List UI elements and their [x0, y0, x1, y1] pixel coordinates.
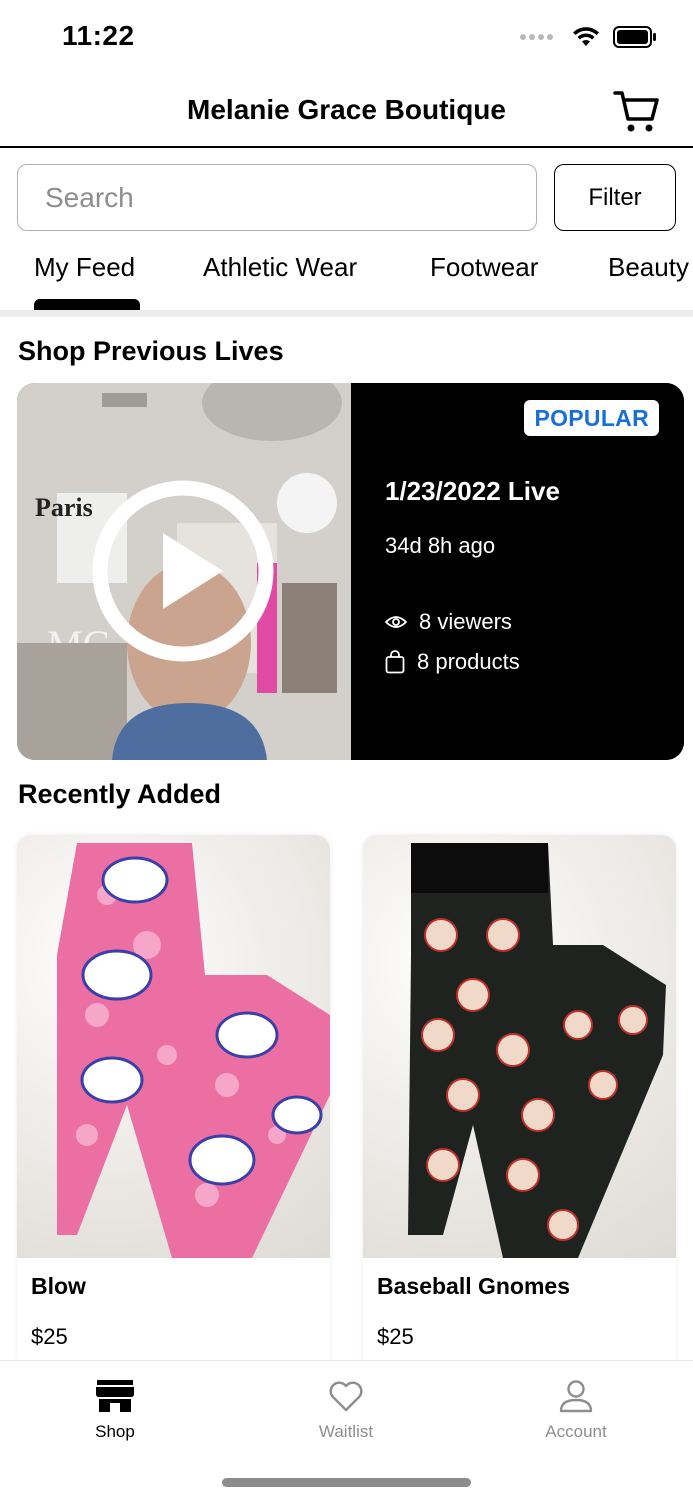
live-time-ago: 34d 8h ago [385, 533, 496, 558]
baseball-leggings-image [408, 843, 666, 1258]
tab-footwear[interactable]: Footwear [430, 252, 538, 283]
eye-icon [385, 616, 407, 628]
home-indicator [222, 1478, 471, 1487]
tab-bar-item-waitlist[interactable]: Waitlist [286, 1379, 406, 1442]
tab-bar-item-account[interactable]: Account [516, 1379, 636, 1442]
tab-beauty[interactable]: Beauty [608, 252, 689, 283]
viewers-count: 8 viewers [419, 609, 512, 634]
product-name: Blow [31, 1273, 86, 1299]
live-thumbnail: Paris MG [17, 383, 351, 760]
products-count: 8 products [417, 649, 520, 674]
popular-badge: POPULAR [524, 400, 659, 436]
product-image [363, 835, 676, 1258]
category-tabs: My Feed Athletic Wear Footwear Beauty [0, 240, 693, 310]
tab-bar-label-waitlist: Waitlist [318, 1422, 374, 1441]
section-title-previous-lives: Shop Previous Lives [18, 336, 284, 366]
heart-icon [329, 1381, 363, 1412]
filter-button[interactable]: Filter [554, 164, 676, 231]
section-title-recently-added: Recently Added [18, 779, 222, 809]
viewers-stat: 8 viewers [385, 609, 512, 635]
product-name: Baseball Gnomes [377, 1273, 571, 1299]
wifi-icon [573, 27, 599, 46]
person-icon [559, 1380, 593, 1413]
cellular-signal-icon [520, 34, 553, 40]
live-thumbnail-scene: Paris MG [17, 383, 351, 760]
tabs-divider [0, 310, 693, 317]
tab-bar-item-shop[interactable]: Shop [55, 1379, 175, 1442]
product-card[interactable]: Baseball Gnomes $25 [363, 835, 676, 1375]
live-card[interactable]: Paris MG POPULAR 1/23/2022 Live 34d 8h a… [17, 383, 684, 760]
page-title: Melanie Grace Boutique [187, 94, 506, 125]
tab-bar-label-account: Account [545, 1422, 607, 1441]
svg-text:Paris: Paris [35, 493, 93, 522]
product-image [17, 835, 330, 1258]
shopping-bag-icon [385, 650, 405, 674]
store-icon [96, 1380, 134, 1412]
products-stat: 8 products [385, 649, 520, 675]
pink-leggings-image [57, 843, 330, 1258]
status-bar: 11:22 [0, 0, 693, 76]
product-card[interactable]: Blow $25 [17, 835, 330, 1375]
active-tab-indicator [34, 299, 140, 310]
product-price: $25 [31, 1324, 68, 1349]
product-price: $25 [377, 1324, 414, 1349]
live-info: POPULAR 1/23/2022 Live 34d 8h ago 8 view… [351, 383, 684, 760]
cart-icon[interactable] [613, 88, 661, 134]
search-input[interactable]: Search [17, 164, 537, 231]
tab-bar-label-shop: Shop [95, 1422, 135, 1441]
tab-athletic-wear[interactable]: Athletic Wear [203, 252, 357, 283]
app-header: Melanie Grace Boutique [0, 76, 693, 148]
status-icons [520, 26, 657, 48]
tab-my-feed[interactable]: My Feed [34, 252, 135, 283]
battery-icon [613, 26, 656, 48]
search-placeholder: Search [45, 181, 134, 213]
status-time: 11:22 [62, 20, 135, 51]
live-title: 1/23/2022 Live [385, 476, 560, 506]
